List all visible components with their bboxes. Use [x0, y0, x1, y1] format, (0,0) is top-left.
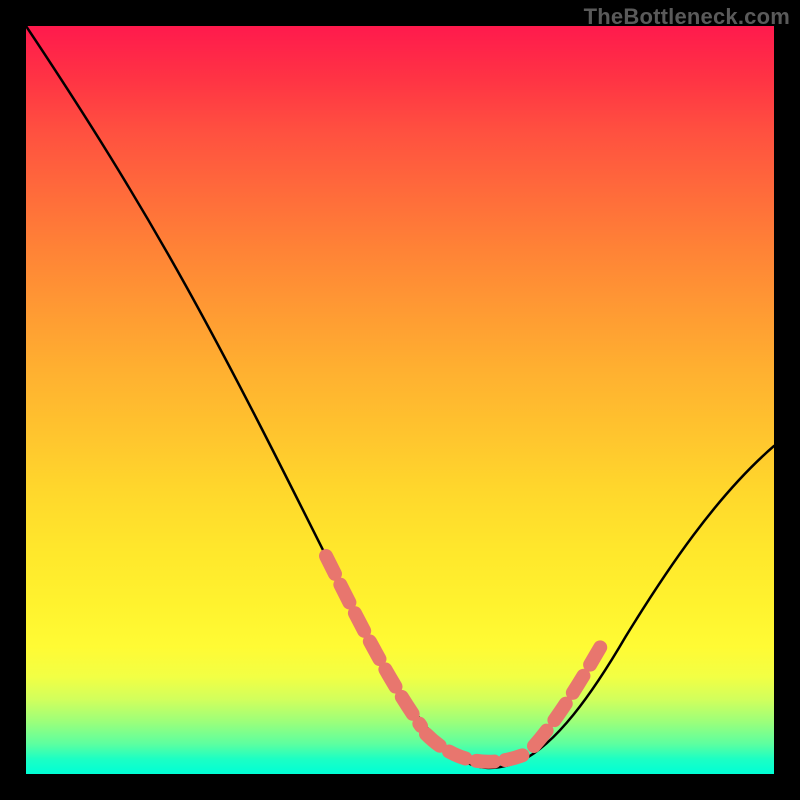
curve-path [26, 26, 774, 768]
watermark-text: TheBottleneck.com [584, 4, 790, 30]
highlight-valley [426, 734, 526, 762]
highlight-left [326, 556, 421, 726]
bottleneck-curve [26, 26, 774, 774]
highlight-right [534, 646, 601, 746]
chart-plot-area [26, 26, 774, 774]
